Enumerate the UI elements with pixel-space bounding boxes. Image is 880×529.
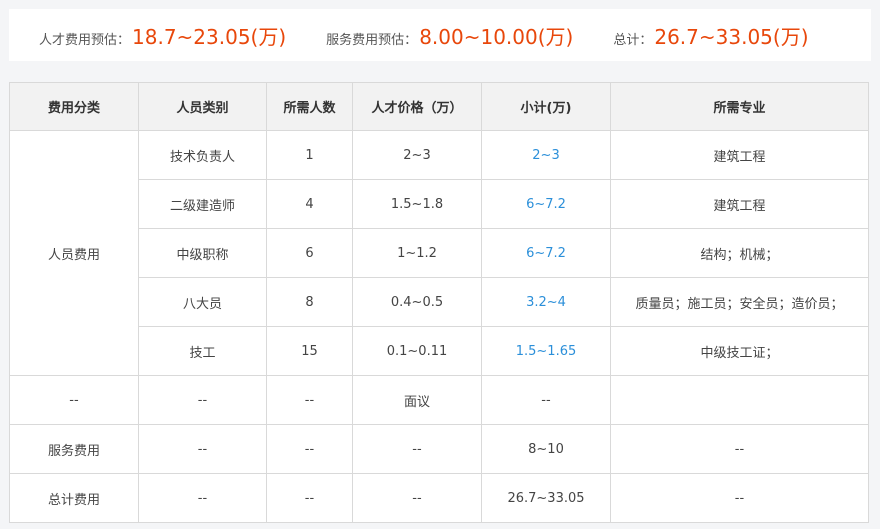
total-fee-row: 总计费用 -- -- -- 26.7~33.05 -- [9, 473, 869, 523]
personnel-type-cell: -- [138, 473, 267, 523]
subtotal-cell: 2~3 [481, 130, 611, 180]
subtotal-cell: 1.5~1.65 [481, 326, 611, 376]
required-count-cell: 15 [266, 326, 353, 376]
required-major-cell: 结构；机械； [610, 228, 869, 278]
talent-price-cell: 面议 [352, 375, 482, 425]
personnel-type-cell: 技工 [138, 326, 267, 376]
talent-cost-label: 人才费用预估： [39, 32, 131, 48]
fee-category-cell: 总计费用 [9, 473, 139, 523]
table-row: 技工 15 0.1~0.11 1.5~1.65 中级技工证； [10, 326, 869, 376]
personnel-type-cell: 中级职称 [138, 228, 267, 278]
talent-price-cell: -- [352, 473, 482, 523]
required-count-cell: 1 [266, 130, 353, 180]
talent-price-cell: -- [352, 424, 482, 474]
personnel-type-cell: -- [138, 424, 267, 474]
service-cost-value: 8.00~10.00(万) [419, 24, 574, 49]
personnel-type-cell: 二级建造师 [138, 179, 267, 229]
header-required-count: 所需人数 [266, 82, 353, 131]
fee-category-cell: -- [9, 375, 139, 425]
subtotal-cell: 8~10 [481, 424, 611, 474]
total-cost-value: 26.7~33.05(万) [654, 24, 809, 49]
required-count-cell: 8 [266, 277, 353, 327]
personnel-type-cell: 八大员 [138, 277, 267, 327]
table-row: 人员费用 技术负责人 1 2~3 2~3 建筑工程 [9, 130, 869, 376]
service-cost-label: 服务费用预估： [326, 32, 418, 48]
personnel-type-cell: -- [138, 375, 267, 425]
total-cost-label: 总计： [613, 32, 653, 48]
talent-price-cell: 1~1.2 [352, 228, 482, 278]
talent-cost-estimate: 人才费用预估： 18.7~23.05(万) [39, 21, 286, 50]
service-fee-row: 服务费用 -- -- -- 8~10 -- [9, 424, 869, 474]
personnel-cost-group-cell: 人员费用 [9, 130, 139, 376]
required-count-cell: 6 [266, 228, 353, 278]
header-fee-category: 费用分类 [9, 82, 139, 131]
required-count-cell: 4 [266, 179, 353, 229]
cost-table-container: 费用分类 人员类别 所需人数 人才价格（万） 小计(万) 所需专业 人员费用 技… [9, 82, 869, 523]
talent-cost-value: 18.7~23.05(万) [132, 24, 287, 49]
required-major-cell: 建筑工程 [610, 179, 869, 229]
service-cost-estimate: 服务费用预估： 8.00~10.00(万) [326, 21, 573, 50]
required-major-cell: 建筑工程 [610, 130, 869, 180]
header-personnel-type: 人员类别 [138, 82, 267, 131]
table-row: 二级建造师 4 1.5~1.8 6~7.2 建筑工程 [10, 179, 869, 229]
talent-price-cell: 1.5~1.8 [352, 179, 482, 229]
table-row: 中级职称 6 1~1.2 6~7.2 结构；机械； [10, 228, 869, 278]
table-header-row: 费用分类 人员类别 所需人数 人才价格（万） 小计(万) 所需专业 [9, 82, 869, 131]
required-major-cell: -- [610, 424, 869, 474]
negotiable-row: -- -- -- 面议 -- [9, 375, 869, 425]
talent-price-cell: 0.1~0.11 [352, 326, 482, 376]
required-count-cell: -- [266, 473, 353, 523]
total-cost-estimate: 总计： 26.7~33.05(万) [613, 21, 808, 50]
header-subtotal: 小计(万) [481, 82, 611, 131]
cost-summary-bar: 人才费用预估： 18.7~23.05(万) 服务费用预估： 8.00~10.00… [9, 9, 871, 61]
cost-breakdown-table: 费用分类 人员类别 所需人数 人才价格（万） 小计(万) 所需专业 人员费用 技… [9, 82, 869, 523]
talent-price-cell: 2~3 [352, 130, 482, 180]
table-row: 八大员 8 0.4~0.5 3.2~4 质量员；施工员；安全员；造价员； [10, 277, 869, 327]
subtotal-cell: 26.7~33.05 [481, 473, 611, 523]
required-major-cell: -- [610, 473, 869, 523]
subtotal-cell: 6~7.2 [481, 179, 611, 229]
required-count-cell: -- [266, 424, 353, 474]
personnel-type-cell: 技术负责人 [138, 130, 267, 180]
required-major-cell [610, 375, 869, 425]
required-major-cell: 质量员；施工员；安全员；造价员； [610, 277, 869, 327]
fee-category-cell: 服务费用 [9, 424, 139, 474]
subtotal-cell: 6~7.2 [481, 228, 611, 278]
subtotal-cell: 3.2~4 [481, 277, 611, 327]
subtotal-cell: -- [481, 375, 611, 425]
required-major-cell: 中级技工证； [610, 326, 869, 376]
header-talent-price: 人才价格（万） [352, 82, 482, 131]
required-count-cell: -- [266, 375, 353, 425]
header-required-major: 所需专业 [610, 82, 869, 131]
talent-price-cell: 0.4~0.5 [352, 277, 482, 327]
